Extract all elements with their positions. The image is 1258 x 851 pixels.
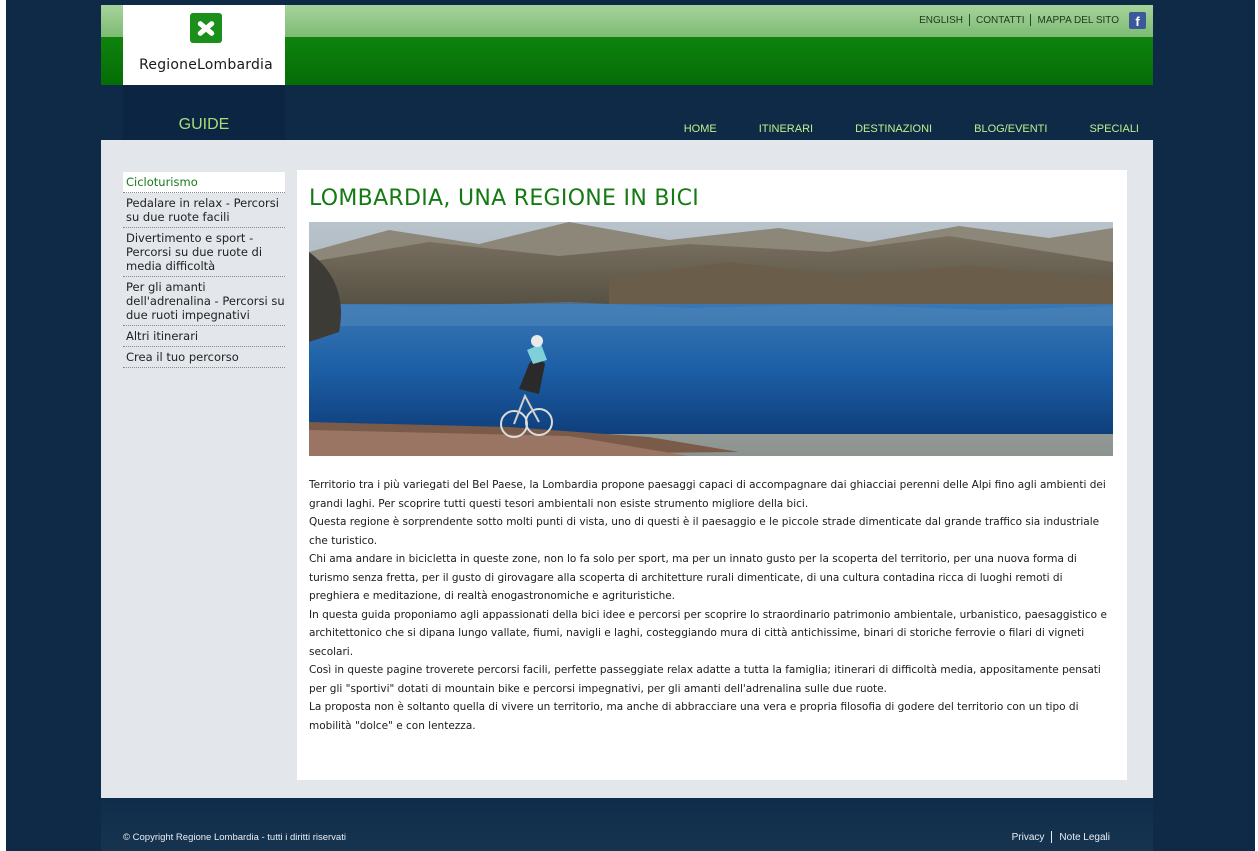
utility-links: ENGLISH CONTATTI MAPPA DEL SITO f: [913, 11, 1146, 29]
sidebar-menu: Cicloturismo Pedalare in relax - Percors…: [123, 172, 285, 368]
navigation-band: GUIDE HOME ITINERARI DESTINAZIONI BLOG/E…: [101, 85, 1153, 140]
article-paragraph: Così in queste pagine troverete percorsi…: [309, 664, 1101, 695]
nav-blog-eventi[interactable]: BLOG/EVENTI: [974, 123, 1047, 135]
site-header: RegioneLombardia ENGLISH CONTATTI MAPPA …: [101, 5, 1153, 85]
sidebar-item-divertimento-e-sport[interactable]: Divertimento e sport - Percorsi su due r…: [123, 228, 285, 277]
sidebar-item-crea-percorso[interactable]: Crea il tuo percorso: [123, 347, 285, 368]
sidebar-item-pedalare-in-relax[interactable]: Pedalare in relax - Percorsi su due ruot…: [123, 193, 285, 228]
logo-text: RegioneLombardia: [139, 57, 273, 73]
site-wrapper: RegioneLombardia ENGLISH CONTATTI MAPPA …: [101, 5, 1153, 851]
article-paragraph: Chi ama andare in bicicletta in queste z…: [309, 553, 1077, 602]
lombardia-rose-icon: [190, 13, 222, 43]
main-nav: HOME ITINERARI DESTINAZIONI BLOG/EVENTI …: [642, 123, 1139, 135]
content-area: Cicloturismo Pedalare in relax - Percors…: [101, 140, 1153, 798]
sidebar-item-cicloturismo[interactable]: Cicloturismo: [123, 172, 285, 193]
nav-home[interactable]: HOME: [684, 123, 717, 135]
article-paragraph: Questa regione è sorprendente sotto molt…: [309, 516, 1100, 547]
page-title: LOMBARDIA, UNA REGIONE IN BICI: [309, 186, 700, 211]
article-paragraph: In questa guida proponiamo agli appassio…: [309, 608, 1107, 658]
nav-speciali[interactable]: SPECIALI: [1089, 123, 1139, 135]
page-background: RegioneLombardia ENGLISH CONTATTI MAPPA …: [6, 0, 1255, 851]
regione-lombardia-logo[interactable]: RegioneLombardia: [123, 5, 285, 85]
hero-image-cyclist-lake: [309, 222, 1113, 456]
article-body: Territorio tra i più variegati del Bel P…: [309, 476, 1115, 735]
nav-itinerari[interactable]: ITINERARI: [759, 123, 813, 135]
footer-links: Privacy Note Legali: [1005, 831, 1117, 843]
contatti-link[interactable]: CONTATTI: [970, 15, 1031, 26]
section-tab-label: GUIDE: [178, 116, 230, 133]
site-footer: © Copyright Regione Lombardia - tutti i …: [101, 798, 1153, 851]
section-tab-guide[interactable]: GUIDE: [123, 85, 285, 140]
article-paragraph: Territorio tra i più variegati del Bel P…: [309, 479, 1106, 510]
hero-landscape: [309, 222, 1113, 456]
article-paragraph: La proposta non è soltanto quella di viv…: [309, 701, 1079, 732]
sidebar-item-altri-itinerari[interactable]: Altri itinerari: [123, 326, 285, 347]
sidebar-item-amanti-adrenalina[interactable]: Per gli amanti dell'adrenalina - Percors…: [123, 277, 285, 326]
facebook-icon[interactable]: f: [1129, 11, 1146, 29]
english-link[interactable]: ENGLISH: [913, 15, 969, 26]
note-legali-link[interactable]: Note Legali: [1052, 832, 1117, 843]
copyright-text: © Copyright Regione Lombardia - tutti i …: [123, 832, 346, 843]
mappa-del-sito-link[interactable]: MAPPA DEL SITO: [1031, 15, 1125, 26]
main-content: LOMBARDIA, UNA REGIONE IN BICI Territori…: [297, 170, 1127, 780]
privacy-link[interactable]: Privacy: [1005, 832, 1052, 843]
nav-destinazioni[interactable]: DESTINAZIONI: [855, 123, 932, 135]
